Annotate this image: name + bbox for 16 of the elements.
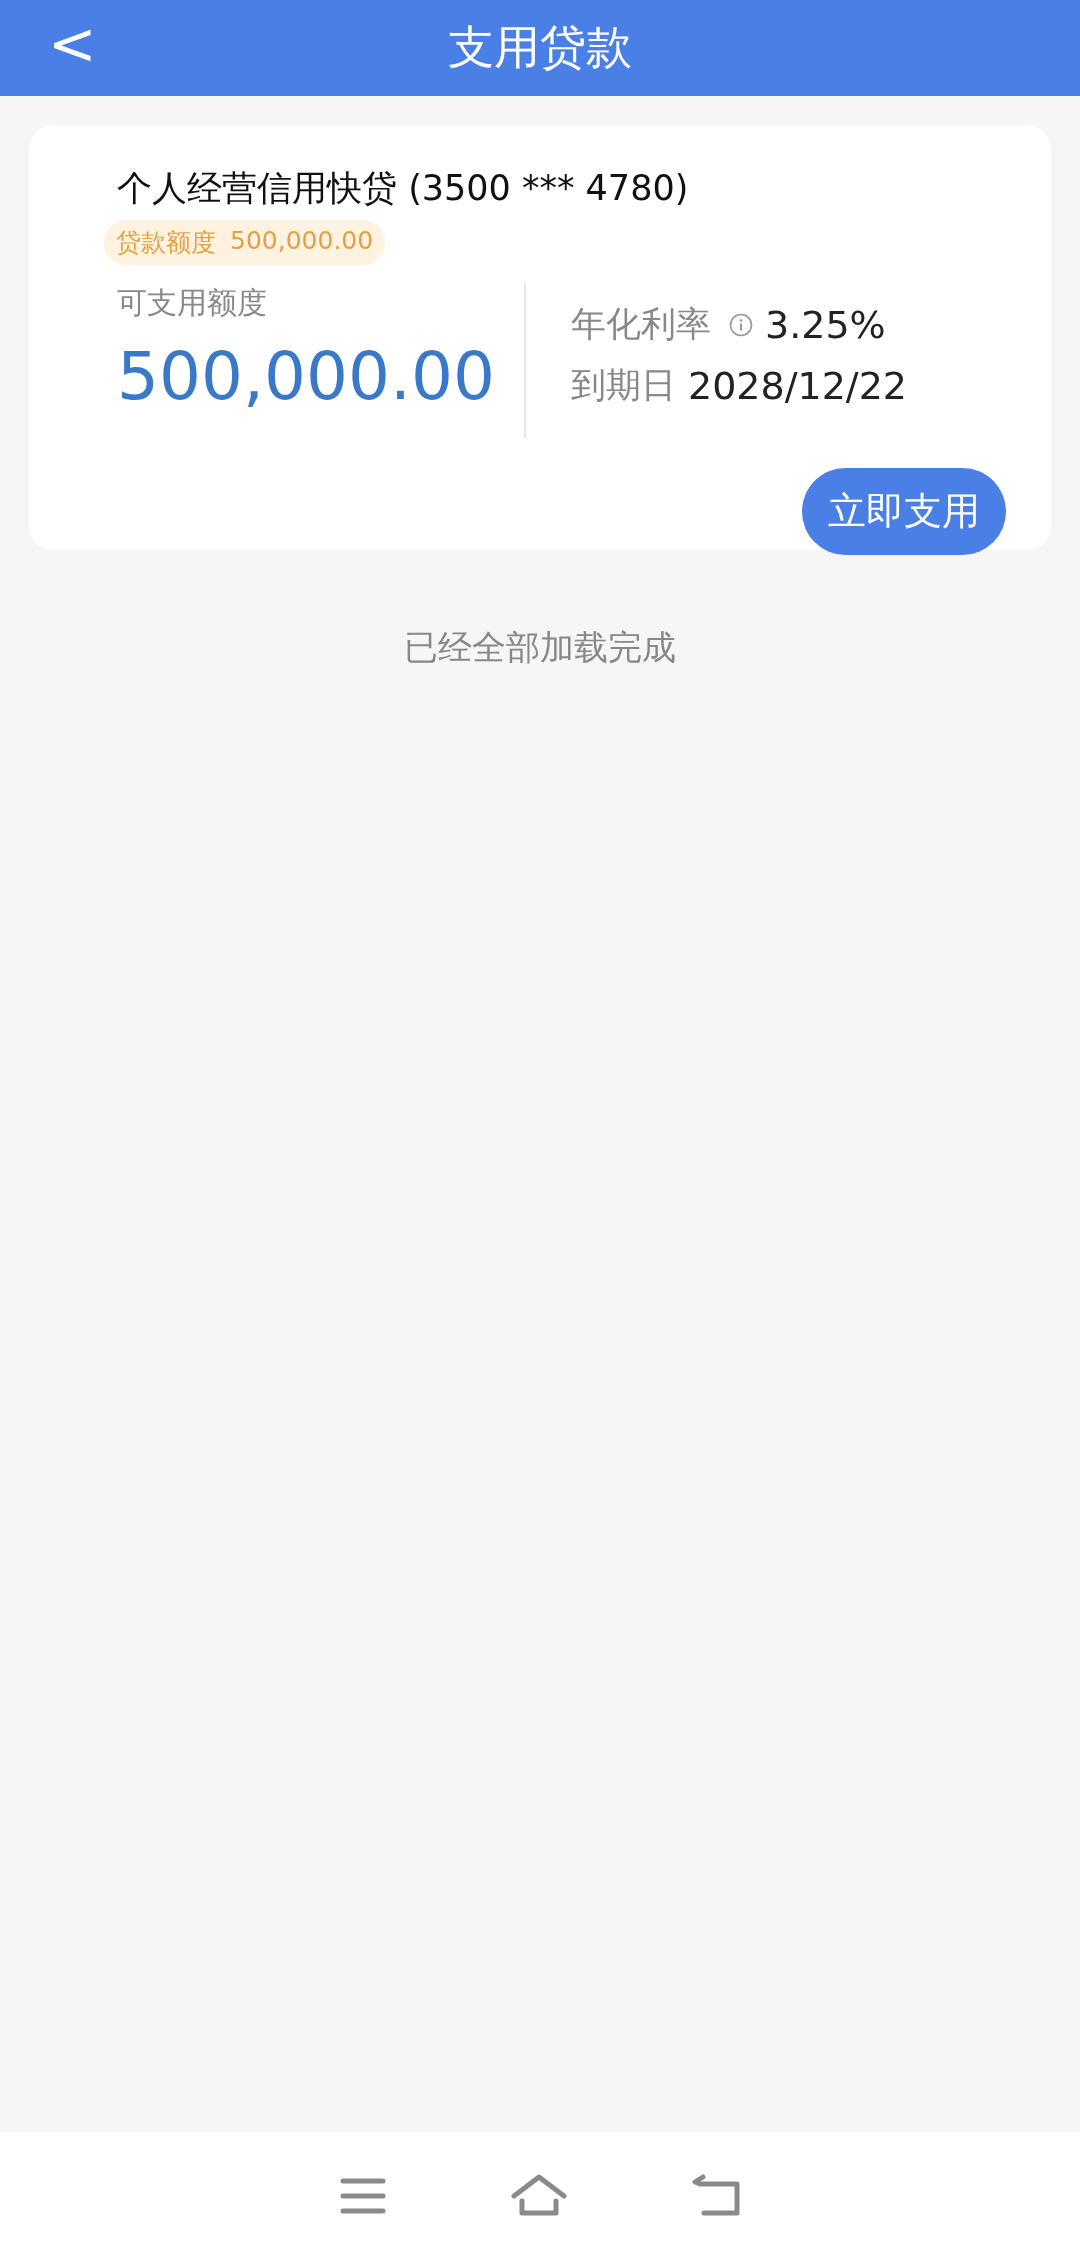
load-complete-text: 已经全部加载完成: [403, 626, 677, 669]
rate-value: 3.25%: [765, 302, 886, 347]
back-button[interactable]: <: [40, 8, 105, 80]
withdraw-button[interactable]: 立即支用: [802, 468, 1006, 555]
limit-label: 贷款额度: [116, 227, 216, 259]
due-date-value: 2028/12/22: [688, 363, 908, 408]
back-icon[interactable]: [692, 2173, 740, 2218]
available-label: 可支用额度: [117, 284, 268, 322]
loan-name: 个人经营信用快贷 (3500 *** 4780): [117, 167, 690, 210]
limit-value: 500,000.00: [230, 226, 374, 257]
due-date-label: 到期日: [571, 364, 676, 407]
page-title: 支用贷款: [448, 19, 632, 76]
home-icon[interactable]: [511, 2173, 567, 2218]
info-icon[interactable]: [729, 312, 753, 337]
rate-label: 年化利率: [571, 303, 711, 346]
available-amount: 500,000.00: [117, 338, 496, 415]
